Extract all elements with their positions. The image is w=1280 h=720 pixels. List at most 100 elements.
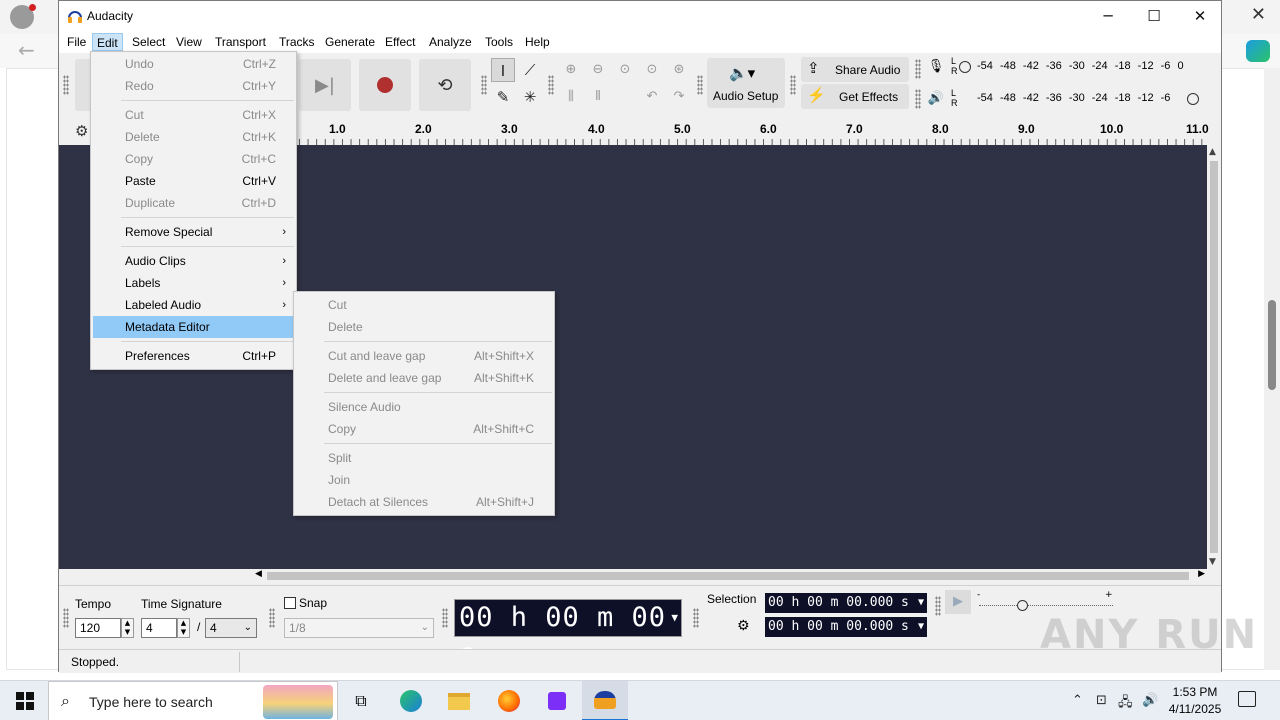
tools-grip[interactable] bbox=[481, 75, 487, 95]
menu-select[interactable]: Select bbox=[128, 33, 169, 51]
menu-item-labels[interactable]: Labels › bbox=[93, 272, 294, 294]
submenu-item-detach-silences[interactable]: Detach at Silences Alt+Shift+J bbox=[296, 491, 552, 513]
skip-end-button[interactable]: ▶| bbox=[299, 59, 351, 111]
menu-item-copy[interactable]: Copy Ctrl+C bbox=[93, 148, 294, 170]
record-meter-grip[interactable] bbox=[915, 59, 921, 79]
submenu-item-cut-leave-gap[interactable]: Cut and leave gap Alt+Shift+X bbox=[296, 345, 552, 367]
menu-item-undo[interactable]: Undo Ctrl+Z bbox=[93, 53, 294, 75]
menu-view[interactable]: View bbox=[172, 33, 206, 51]
time-sig-lower-select[interactable]: 4 ⌄ bbox=[205, 618, 257, 638]
undo-icon[interactable]: ↶ bbox=[640, 85, 664, 109]
browser-scrollbar[interactable] bbox=[1264, 68, 1280, 670]
time-format-dropdown-icon[interactable]: ▼ bbox=[671, 600, 679, 636]
tempo-stepper[interactable]: ▲ ▼ bbox=[121, 618, 134, 638]
submenu-item-silence-audio[interactable]: Silence Audio bbox=[296, 396, 552, 418]
volume-icon[interactable]: 🔊 bbox=[1142, 693, 1158, 708]
menu-analyze[interactable]: Analyze bbox=[425, 33, 476, 51]
file-explorer-icon[interactable] bbox=[436, 681, 482, 720]
audio-setup-grip[interactable] bbox=[697, 75, 703, 95]
selection-end-field[interactable]: 00 h 00 m 00.000 s ▼ bbox=[765, 617, 927, 637]
audio-setup-button[interactable]: 🔈▾ Audio Setup bbox=[707, 58, 785, 108]
horizontal-scrollbar[interactable]: ◀ ▶ bbox=[253, 569, 1207, 583]
task-view-icon[interactable]: ⧉ bbox=[338, 681, 384, 720]
submenu-item-join[interactable]: Join bbox=[296, 469, 552, 491]
snap-grip[interactable] bbox=[269, 608, 275, 628]
microphone-icon[interactable]: 🎙 bbox=[925, 56, 947, 78]
horizontal-scroll-thumb[interactable] bbox=[267, 572, 1189, 580]
menu-item-delete[interactable]: Delete Ctrl+K bbox=[93, 126, 294, 148]
selection-start-field[interactable]: 00 h 00 m 00.000 s ▼ bbox=[765, 593, 927, 613]
selection-grip[interactable] bbox=[693, 608, 699, 628]
speed-slider-thumb[interactable] bbox=[1017, 600, 1028, 611]
time-display[interactable]: 00 h 00 m 00 s ▼ bbox=[454, 599, 682, 669]
close-window-icon[interactable]: ✕ bbox=[1177, 1, 1223, 31]
profile-avatar[interactable] bbox=[10, 4, 36, 29]
scroll-down-icon[interactable]: ▼ bbox=[1209, 557, 1216, 567]
submenu-item-delete-leave-gap[interactable]: Delete and leave gap Alt+Shift+K bbox=[296, 367, 552, 389]
timeline-settings-gear-icon[interactable]: ⚙ bbox=[75, 122, 88, 140]
vertical-scroll-thumb[interactable] bbox=[1210, 161, 1218, 553]
edit-tools-grip[interactable] bbox=[548, 75, 554, 95]
loop-button[interactable]: ⟲ bbox=[419, 59, 471, 111]
scroll-right-icon[interactable]: ▶ bbox=[1198, 569, 1205, 579]
menu-item-audio-clips[interactable]: Audio Clips › bbox=[93, 250, 294, 272]
speed-slider-track[interactable] bbox=[979, 605, 1113, 606]
fit-selection-icon[interactable]: ⊙ bbox=[613, 58, 637, 82]
snap-checkbox[interactable] bbox=[284, 597, 296, 609]
fit-project-icon[interactable]: ⊙ bbox=[640, 58, 664, 82]
trim-audio-icon[interactable]: ⫼ bbox=[559, 85, 583, 109]
menu-item-cut[interactable]: Cut Ctrl+X bbox=[93, 104, 294, 126]
menu-item-metadata-editor[interactable]: Metadata Editor bbox=[93, 316, 294, 338]
menu-item-redo[interactable]: Redo Ctrl+Y bbox=[93, 75, 294, 97]
show-hidden-icons-icon[interactable]: ⌃ bbox=[1072, 693, 1083, 708]
submenu-item-cut[interactable]: Cut bbox=[296, 294, 552, 316]
time-sig-upper-input[interactable]: 4 bbox=[141, 618, 177, 638]
get-effects-button[interactable]: ⚡ Get Effects bbox=[801, 84, 909, 109]
firefox-icon[interactable] bbox=[486, 681, 532, 720]
menu-tracks[interactable]: Tracks bbox=[275, 33, 319, 51]
redo-icon[interactable]: ↷ bbox=[667, 85, 691, 109]
menu-tools[interactable]: Tools bbox=[481, 33, 517, 51]
tempo-grip[interactable] bbox=[63, 608, 69, 628]
selection-tool-icon[interactable]: I bbox=[491, 58, 515, 82]
tempo-input[interactable]: 120 bbox=[75, 618, 121, 638]
menu-item-labeled-audio[interactable]: Labeled Audio › bbox=[93, 294, 294, 316]
dropdown-arrow-icon[interactable]: ▼ bbox=[918, 593, 924, 613]
minimize-icon[interactable]: ─ bbox=[1085, 1, 1131, 31]
menu-item-paste[interactable]: Paste Ctrl+V bbox=[93, 170, 294, 192]
menu-generate[interactable]: Generate bbox=[321, 33, 379, 51]
silence-audio-icon[interactable]: ⫴ bbox=[586, 85, 610, 109]
time-sig-stepper[interactable]: ▲ ▼ bbox=[177, 618, 190, 638]
notification-icon[interactable] bbox=[1238, 691, 1256, 707]
multi-tool-icon[interactable]: ✳ bbox=[518, 85, 542, 109]
menu-transport[interactable]: Transport bbox=[211, 33, 270, 51]
play-speed-grip[interactable] bbox=[935, 596, 941, 616]
menu-item-remove-special[interactable]: Remove Special › bbox=[93, 221, 294, 243]
edge-icon[interactable] bbox=[388, 681, 434, 720]
submenu-item-copy[interactable]: Copy Alt+Shift+C bbox=[296, 418, 552, 440]
zoom-out-icon[interactable]: ⊖ bbox=[586, 58, 610, 82]
snap-select[interactable]: 1/8 ⌄ bbox=[284, 618, 434, 638]
device-icon[interactable]: ⊡ bbox=[1096, 693, 1107, 708]
playback-meter-knob[interactable] bbox=[1187, 93, 1199, 105]
record-button[interactable] bbox=[359, 59, 411, 111]
record-meter[interactable]: LR -54 -48 -42 -36 -30 -24 -18 -12 -6 0 bbox=[951, 56, 1221, 79]
submenu-item-split[interactable]: Split bbox=[296, 447, 552, 469]
submenu-item-delete[interactable]: Delete bbox=[296, 316, 552, 338]
windows-start-icon[interactable] bbox=[16, 692, 34, 710]
play-meter-grip[interactable] bbox=[915, 89, 921, 109]
taskbar-search[interactable]: ⌕ Type here to search bbox=[48, 681, 338, 720]
copilot-icon[interactable] bbox=[1246, 40, 1270, 62]
menu-item-preferences[interactable]: Preferences Ctrl+P bbox=[93, 345, 294, 367]
menu-file[interactable]: File bbox=[63, 33, 90, 51]
menu-edit[interactable]: Edit bbox=[92, 33, 123, 51]
vertical-scrollbar[interactable]: ▲ ▼ bbox=[1207, 145, 1221, 569]
dropdown-arrow-icon[interactable]: ▼ bbox=[918, 617, 924, 637]
toolbar-grip[interactable] bbox=[63, 75, 69, 95]
play-at-speed-button[interactable]: ▶ bbox=[945, 590, 971, 614]
audacity-taskbar-icon[interactable] bbox=[582, 681, 628, 720]
playback-meter[interactable]: LR -54 -48 -42 -36 -30 -24 -18 -12 -6 bbox=[951, 88, 1221, 111]
draw-tool-icon[interactable]: ✎ bbox=[491, 85, 515, 109]
zoom-toggle-icon[interactable]: ⊛ bbox=[667, 58, 691, 82]
share-grip[interactable] bbox=[790, 75, 796, 95]
